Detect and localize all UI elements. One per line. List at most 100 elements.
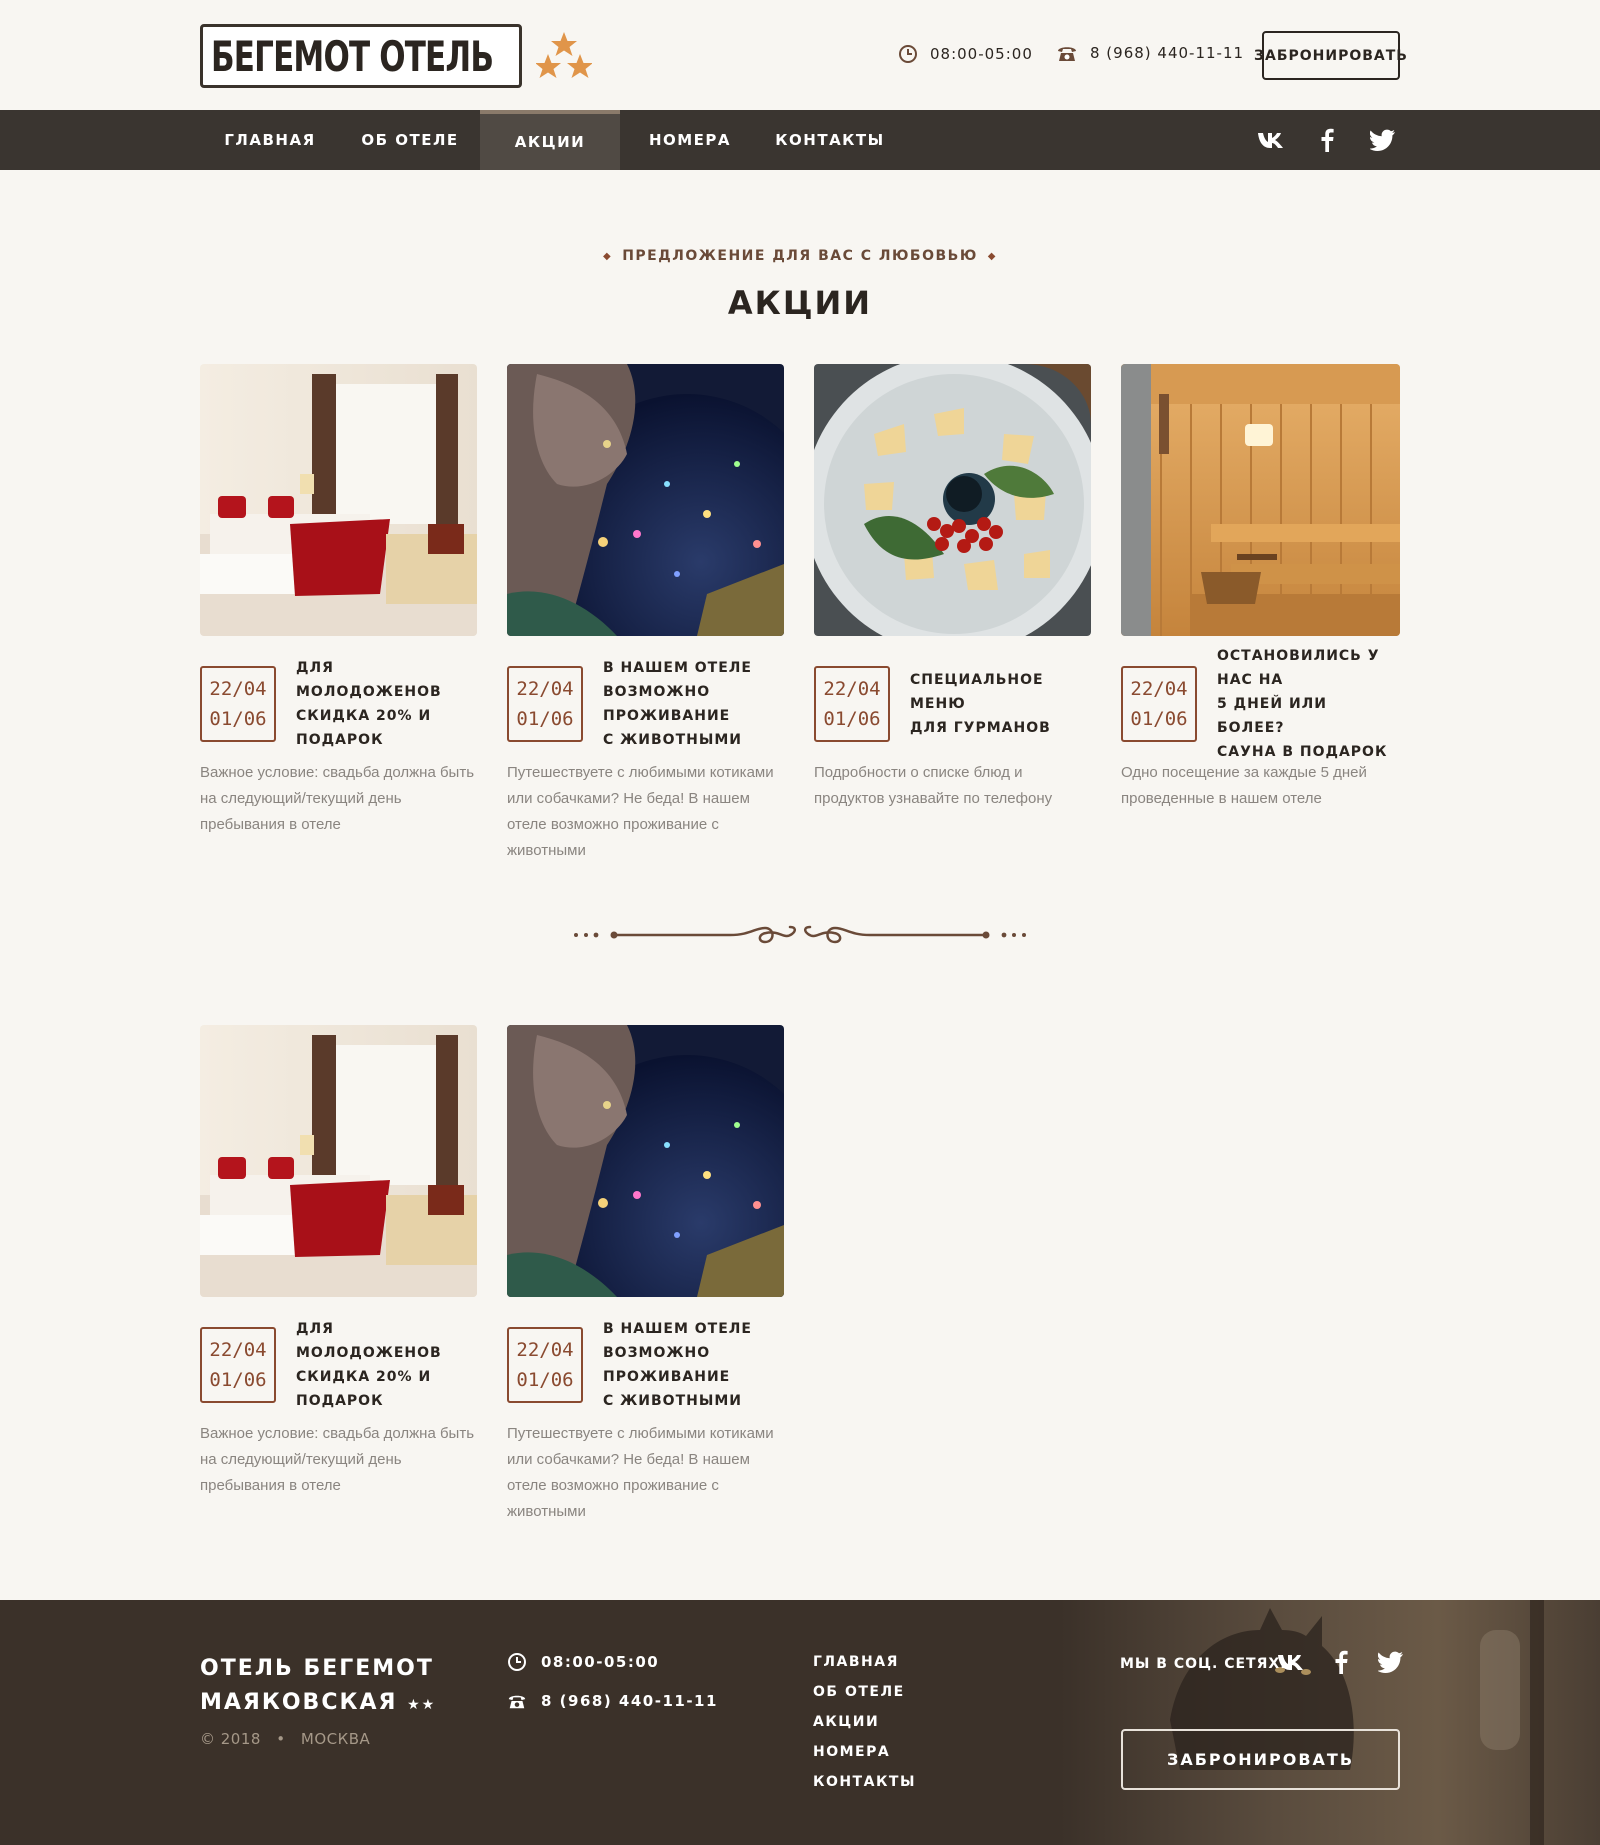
promo-title-line: С ЖИВОТНЫМИ <box>603 1393 742 1409</box>
promo-card[interactable]: 22/04 01/06 В НАШЕМ ОТЕЛЕ ВОЗМОЖНО ПРОЖИ… <box>507 364 784 864</box>
promo-description: Важное условие: свадьба должна быть на с… <box>200 1425 475 1494</box>
promo-image-cat[interactable] <box>507 364 784 636</box>
footer-nav-contacts[interactable]: КОНТАКТЫ <box>813 1772 916 1792</box>
date-to: 01/06 <box>516 708 574 730</box>
page-title: АКЦИИ <box>727 284 873 322</box>
section-subtitle-text: ПРЕДЛОЖЕНИЕ ДЛЯ ВАС С ЛЮБОВЬЮ <box>622 248 978 264</box>
promo-meta: 22/04 01/06 В НАШЕМ ОТЕЛЕ ВОЗМОЖНО ПРОЖИ… <box>507 1321 784 1409</box>
promo-image-hotel-room[interactable] <box>200 1025 477 1297</box>
promo-title-line: САУНА В ПОДАРОК <box>1217 744 1388 760</box>
promo-image-cat[interactable] <box>507 1025 784 1297</box>
promo-image-cheese-plate[interactable] <box>814 364 1091 636</box>
promo-description: Одно посещение за каждые 5 дней проведен… <box>1121 764 1367 807</box>
book-button[interactable]: ЗАБРОНИРОВАТЬ <box>1254 31 1407 80</box>
promo-title-line: ОСТАНОВИЛИСЬ У НАС НА <box>1217 648 1380 688</box>
promo-title-line: СПЕЦИАЛЬНОЕ МЕНЮ <box>910 672 1044 712</box>
header-hours-text: 08:00-05:00 <box>930 45 1033 63</box>
footer-phone-text: 8 (968) 440-11-11 <box>541 1692 718 1710</box>
promo-image-sauna[interactable] <box>1121 364 1400 636</box>
promo-description: Путешествуете с любимыми котиками или со… <box>507 1425 774 1520</box>
promo-title-line: ДЛЯ МОЛОДОЖЕНОВ <box>296 660 442 700</box>
logo-text: БЕГЕМОТ ОТЕЛЬ <box>211 31 494 81</box>
promo-title[interactable]: ОСТАНОВИЛИСЬ У НАС НА 5 ДНЕЙ ИЛИ БОЛЕЕ? … <box>1217 648 1400 760</box>
promo-meta: 22/04 01/06 ОСТАНОВИЛИСЬ У НАС НА 5 ДНЕЙ… <box>1121 648 1400 760</box>
header-phone-text: 8 (968) 440-11-11 <box>1090 44 1245 62</box>
promo-card[interactable]: 22/04 01/06 СПЕЦИАЛЬНОЕ МЕНЮ ДЛЯ ГУРМАНО… <box>814 364 1091 812</box>
date-badge: 22/04 01/06 <box>200 1327 276 1403</box>
promo-title-line: СКИДКА 20% И ПОДАРОК <box>296 708 432 748</box>
site-logo[interactable]: БЕГЕМОТ ОТЕЛЬ <box>200 24 522 88</box>
main-nav: ГЛАВНАЯ ОБ ОТЕЛЕ АКЦИИ НОМЕРА КОНТАКТЫ <box>0 110 1600 170</box>
nav-item-rooms[interactable]: НОМЕРА <box>620 110 760 170</box>
clock-icon <box>899 45 917 63</box>
promo-title[interactable]: ДЛЯ МОЛОДОЖЕНОВ СКИДКА 20% И ПОДАРОК <box>296 660 477 748</box>
header-phone[interactable]: 8 (968) 440-11-11 <box>1056 44 1244 62</box>
clock-icon <box>508 1653 526 1671</box>
promo-card[interactable]: 22/04 01/06 ДЛЯ МОЛОДОЖЕНОВ СКИДКА 20% И… <box>200 1025 477 1499</box>
ornament-divider <box>574 925 1026 944</box>
vk-icon[interactable] <box>1274 1646 1308 1678</box>
promo-title-line: ДЛЯ ГУРМАНОВ <box>910 720 1051 736</box>
date-to: 01/06 <box>1130 708 1188 730</box>
date-from: 22/04 <box>1130 678 1188 700</box>
stars-icon: ★★ <box>407 1697 437 1713</box>
promo-card[interactable]: 22/04 01/06 ДЛЯ МОЛОДОЖЕНОВ СКИДКА 20% И… <box>200 364 477 838</box>
footer-nav-rooms[interactable]: НОМЕРА <box>813 1742 916 1762</box>
footer-nav-home[interactable]: ГЛАВНАЯ <box>813 1652 916 1672</box>
promo-card[interactable]: 22/04 01/06 ОСТАНОВИЛИСЬ У НАС НА 5 ДНЕЙ… <box>1121 364 1400 812</box>
date-to: 01/06 <box>209 1369 267 1391</box>
phone-icon <box>508 1695 526 1709</box>
diamond-icon: ◆ <box>987 250 997 262</box>
nav-item-contacts[interactable]: КОНТАКТЫ <box>760 110 900 170</box>
promo-card[interactable]: 22/04 01/06 В НАШЕМ ОТЕЛЕ ВОЗМОЖНО ПРОЖИ… <box>507 1025 784 1525</box>
date-badge: 22/04 01/06 <box>200 666 276 742</box>
date-from: 22/04 <box>209 1339 267 1361</box>
site-footer: ОТЕЛЬ БЕГЕМОТ МАЯКОВСКАЯ ★★ © 2018 • МОС… <box>0 1600 1600 1845</box>
city-text: МОСКВА <box>300 1730 371 1748</box>
footer-logo-line: МАЯКОВСКАЯ <box>200 1690 398 1715</box>
footer-nav-about[interactable]: ОБ ОТЕЛЕ <box>813 1682 916 1702</box>
footer-book-button[interactable]: ЗАБРОНИРОВАТЬ <box>1121 1729 1400 1790</box>
promo-image-hotel-room[interactable] <box>200 364 477 636</box>
date-to: 01/06 <box>209 708 267 730</box>
promo-title-line: СКИДКА 20% И ПОДАРОК <box>296 1369 432 1409</box>
vk-icon[interactable] <box>1254 124 1288 156</box>
footer-phone[interactable]: 8 (968) 440-11-11 <box>507 1692 718 1710</box>
date-badge: 22/04 01/06 <box>1121 666 1197 742</box>
promo-title[interactable]: СПЕЦИАЛЬНОЕ МЕНЮ ДЛЯ ГУРМАНОВ <box>910 666 1091 742</box>
promo-meta: 22/04 01/06 СПЕЦИАЛЬНОЕ МЕНЮ ДЛЯ ГУРМАНО… <box>814 666 1091 744</box>
date-from: 22/04 <box>516 1339 574 1361</box>
promo-title-line: ВОЗМОЖНО ПРОЖИВАНИЕ <box>603 1345 731 1385</box>
header-hours: 08:00-05:00 <box>898 44 1033 64</box>
twitter-icon[interactable] <box>1366 124 1400 156</box>
date-badge: 22/04 01/06 <box>507 666 583 742</box>
twitter-icon[interactable] <box>1374 1646 1408 1678</box>
footer-social <box>1274 1646 1408 1678</box>
promo-title-line: В НАШЕМ ОТЕЛЕ <box>603 1321 752 1337</box>
promo-meta: 22/04 01/06 ДЛЯ МОЛОДОЖЕНОВ СКИДКА 20% И… <box>200 660 477 748</box>
nav-item-about[interactable]: ОБ ОТЕЛЕ <box>340 110 480 170</box>
footer-cat-photo <box>1060 1600 1600 1845</box>
date-from: 22/04 <box>516 678 574 700</box>
footer-logo-line: ОТЕЛЬ БЕГЕМОТ <box>200 1656 434 1681</box>
date-to: 01/06 <box>516 1369 574 1391</box>
footer-copyright: © 2018 • МОСКВА <box>200 1730 370 1748</box>
promo-title[interactable]: В НАШЕМ ОТЕЛЕ ВОЗМОЖНО ПРОЖИВАНИЕ С ЖИВО… <box>603 1321 784 1409</box>
promo-title-line: С ЖИВОТНЫМИ <box>603 732 742 748</box>
footer-hours: 08:00-05:00 <box>507 1652 659 1672</box>
date-badge: 22/04 01/06 <box>814 666 890 742</box>
promo-title[interactable]: В НАШЕМ ОТЕЛЕ ВОЗМОЖНО ПРОЖИВАНИЕ С ЖИВО… <box>603 660 784 748</box>
diamond-icon: ◆ <box>603 250 613 262</box>
footer-nav-promotions[interactable]: АКЦИИ <box>813 1712 916 1732</box>
footer-logo[interactable]: ОТЕЛЬ БЕГЕМОТ МАЯКОВСКАЯ ★★ <box>200 1652 436 1722</box>
facebook-icon[interactable] <box>1324 1646 1358 1678</box>
nav-item-home[interactable]: ГЛАВНАЯ <box>200 110 340 170</box>
stars-icon <box>536 32 592 78</box>
site-header: БЕГЕМОТ ОТЕЛЬ 08:00-05:00 8 (968) 440-11… <box>0 0 1600 110</box>
facebook-icon[interactable] <box>1310 124 1344 156</box>
promo-title-line: В НАШЕМ ОТЕЛЕ <box>603 660 752 676</box>
nav-item-promotions[interactable]: АКЦИИ <box>480 110 620 170</box>
promo-title[interactable]: ДЛЯ МОЛОДОЖЕНОВ СКИДКА 20% И ПОДАРОК <box>296 1321 477 1409</box>
date-from: 22/04 <box>209 678 267 700</box>
date-from: 22/04 <box>823 678 881 700</box>
